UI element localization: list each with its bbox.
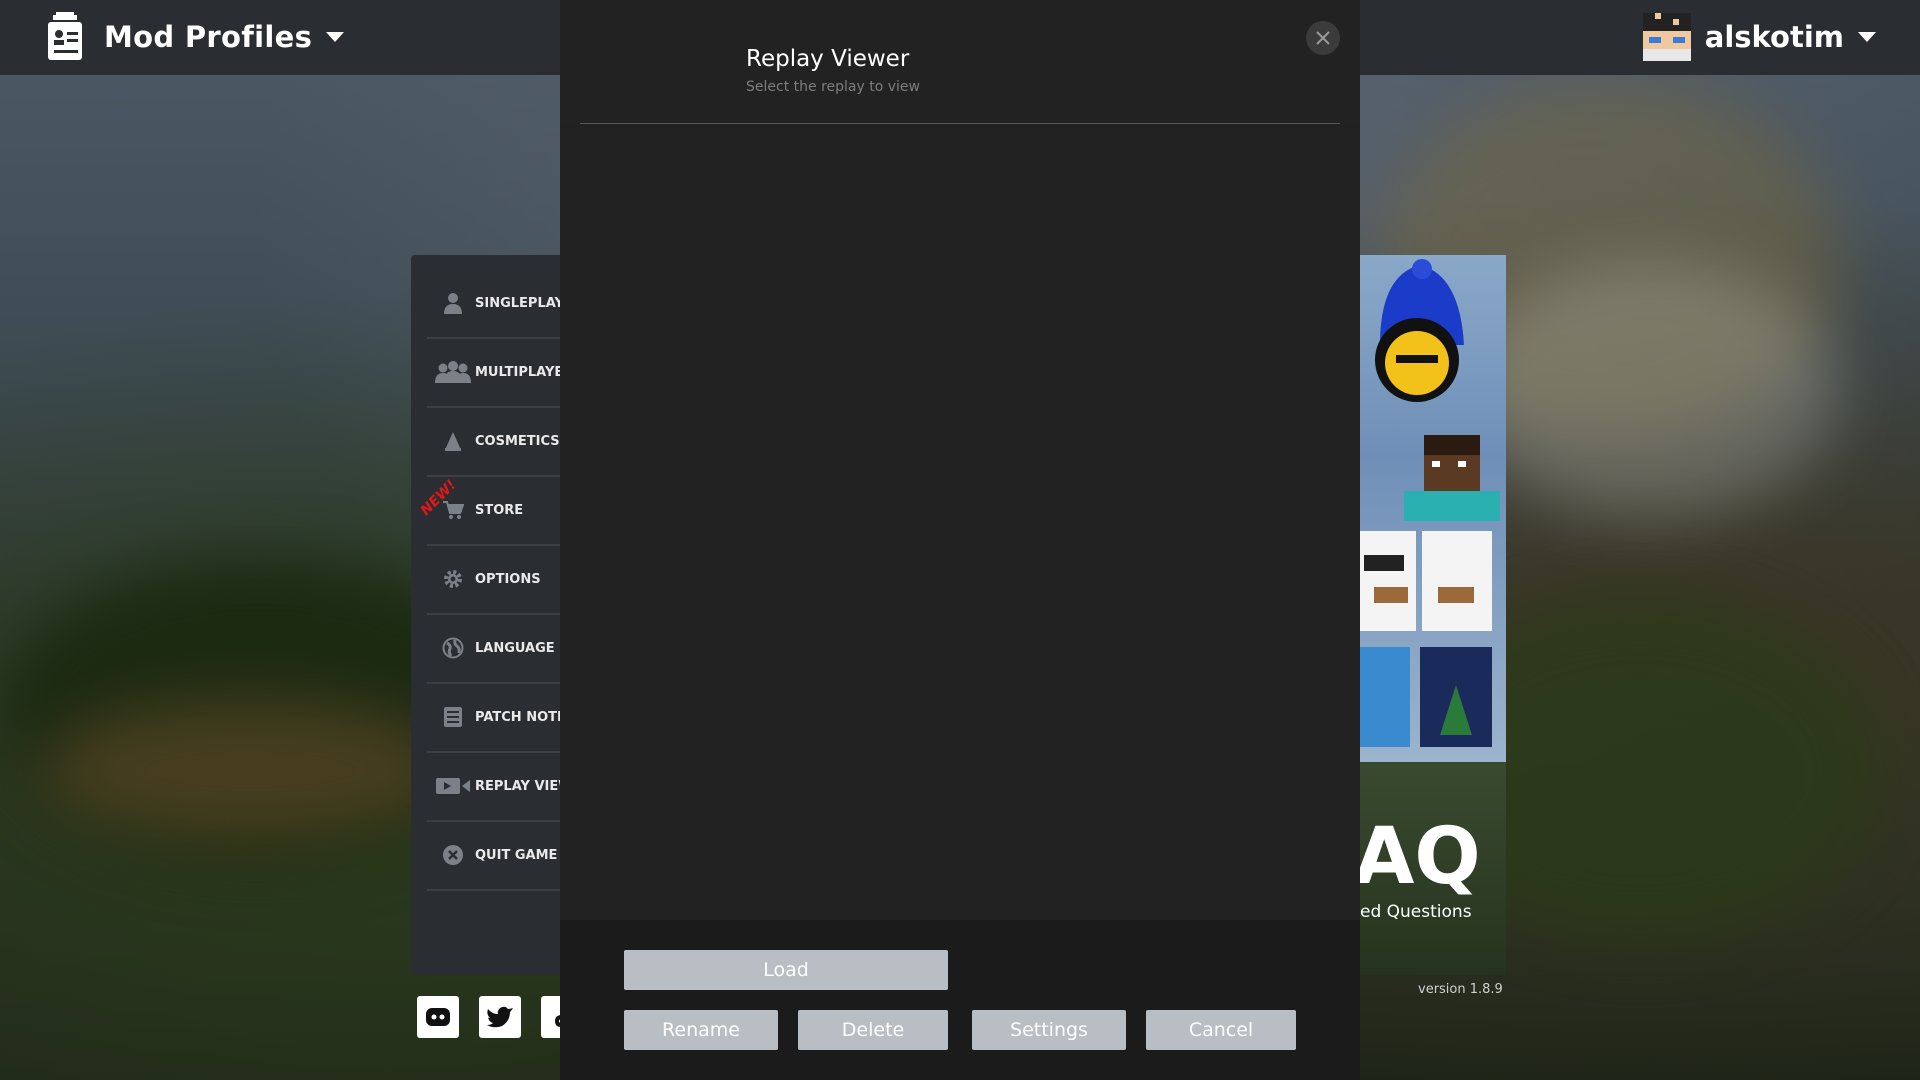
social-links — [417, 996, 583, 1038]
cancel-button[interactable]: Cancel — [1146, 1010, 1296, 1050]
hanger-icon — [439, 429, 467, 453]
winter-promo-banner[interactable] — [1360, 255, 1506, 762]
menu-item-language[interactable]: LANGUAGE — [427, 614, 561, 684]
replay-viewer-dialog: Replay Viewer Select the replay to view … — [560, 0, 1360, 1080]
menu-item-label: STORE — [475, 502, 524, 518]
profile-card-icon — [46, 12, 84, 62]
globe-icon — [439, 636, 467, 660]
person-icon — [439, 291, 467, 315]
promo-panel: AQ ed Questions — [1360, 255, 1506, 975]
twitter-icon[interactable] — [479, 996, 521, 1038]
menu-item-label: QUIT GAME — [475, 847, 558, 863]
menu-item-label: LANGUAGE — [475, 640, 555, 656]
menu-item-label: OPTIONS — [475, 571, 541, 587]
menu-item-label: SINGLEPLAY — [475, 295, 561, 311]
background-ground — [40, 700, 460, 840]
camera-icon — [435, 774, 471, 798]
username: alskotim — [1704, 20, 1844, 54]
version-label: version 1.8.9 — [1418, 982, 1503, 997]
chevron-down-icon — [326, 32, 345, 42]
avatar — [1642, 13, 1691, 61]
main-menu: SINGLEPLAY MULTIPLAYE COSMETICS NEW! STO… — [411, 255, 561, 975]
mod-profiles-label: Mod Profiles — [104, 20, 313, 54]
gear-icon — [439, 567, 467, 591]
delete-button[interactable]: Delete — [798, 1010, 948, 1050]
menu-item-label: REPLAY VIEW — [475, 778, 561, 794]
background-sky — [1460, 260, 1840, 520]
menu-item-singleplayer[interactable]: SINGLEPLAY — [427, 269, 561, 339]
menu-item-options[interactable]: OPTIONS — [427, 545, 561, 615]
dialog-subtitle: Select the replay to view — [746, 79, 920, 95]
close-circle-icon — [439, 843, 467, 867]
menu-item-patch-notes[interactable]: PATCH NOTE — [427, 683, 561, 753]
menu-item-label: COSMETICS — [475, 433, 560, 449]
close-icon — [1316, 31, 1330, 45]
dialog-footer — [560, 920, 1360, 1080]
settings-button[interactable]: Settings — [972, 1010, 1126, 1050]
faq-subheading: ed Questions — [1360, 902, 1472, 922]
chevron-down-icon — [1858, 32, 1876, 42]
faq-heading: AQ — [1360, 812, 1481, 902]
mod-profiles-dropdown[interactable]: Mod Profiles — [46, 12, 345, 62]
faq-banner[interactable]: AQ ed Questions — [1360, 762, 1506, 975]
menu-item-label: PATCH NOTE — [475, 709, 561, 725]
close-button[interactable] — [1306, 21, 1340, 55]
menu-item-cosmetics[interactable]: COSMETICS — [427, 407, 561, 477]
cart-icon — [439, 498, 467, 522]
notes-icon — [439, 705, 467, 729]
dialog-title: Replay Viewer — [746, 46, 910, 72]
menu-item-multiplayer[interactable]: MULTIPLAYE — [427, 338, 561, 408]
replay-list[interactable] — [560, 124, 1360, 920]
people-icon — [433, 360, 473, 384]
load-button[interactable]: Load — [624, 950, 948, 990]
menu-item-quit-game[interactable]: QUIT GAME — [427, 821, 561, 891]
menu-item-store[interactable]: STORE — [427, 476, 561, 546]
menu-item-replay-viewer[interactable]: REPLAY VIEW — [427, 752, 561, 822]
discord-icon[interactable] — [417, 996, 459, 1038]
menu-item-label: MULTIPLAYE — [475, 364, 561, 380]
user-menu[interactable]: alskotim — [1642, 12, 1876, 62]
rename-button[interactable]: Rename — [624, 1010, 778, 1050]
